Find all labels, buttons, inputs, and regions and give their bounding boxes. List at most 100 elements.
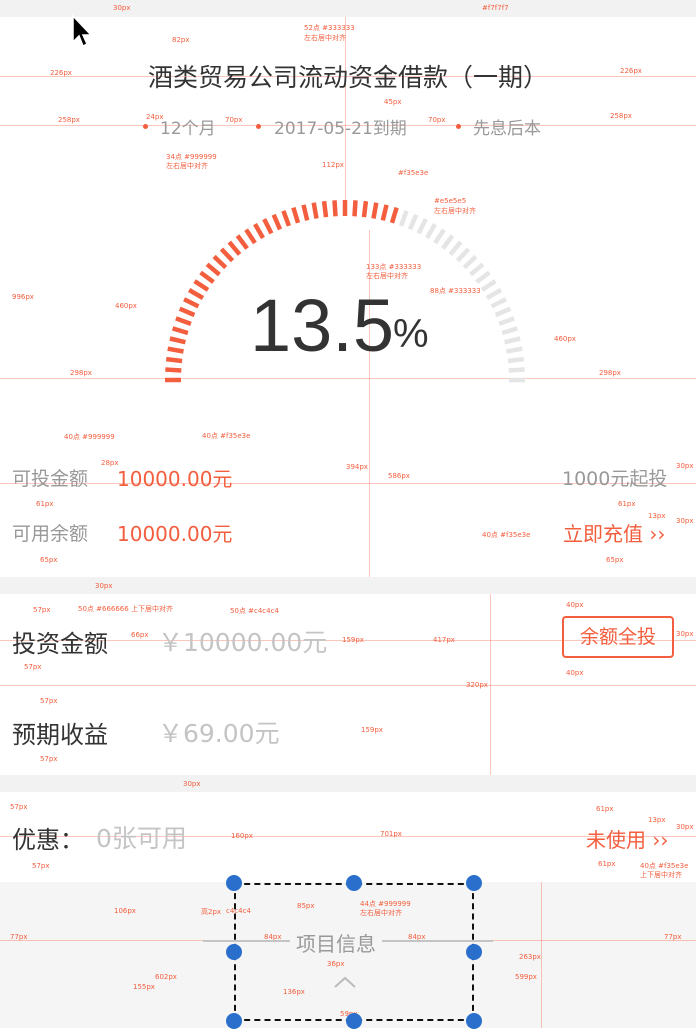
gauge-tick	[462, 254, 478, 270]
annotation: 57px	[24, 663, 42, 671]
annotation: 61px	[596, 805, 614, 813]
product-title: 酒类贸易公司流动资金借款（一期）	[147, 63, 548, 92]
annual-rate-unit: %	[393, 312, 429, 356]
gauge-tick	[301, 204, 310, 221]
annotation: 77px	[10, 933, 28, 941]
invest-all-button[interactable]: 余额全投	[562, 616, 674, 658]
gauge-tick	[227, 240, 242, 256]
resize-handle[interactable]	[466, 944, 482, 960]
gauge-tick	[398, 210, 409, 227]
annotation: 61px	[36, 500, 54, 508]
annotation: 左右居中对齐	[304, 34, 346, 42]
gauge-tick	[253, 222, 265, 240]
gauge-tick	[199, 270, 215, 284]
selection-box[interactable]	[234, 883, 474, 1021]
gauge-tick	[321, 200, 329, 218]
gauge-tick	[219, 247, 235, 263]
bullet-dot	[256, 124, 261, 129]
annotation: 460px	[115, 302, 137, 310]
gauge-tick	[371, 202, 379, 219]
resize-handle[interactable]	[346, 1013, 362, 1029]
annotation: 57px	[10, 803, 28, 811]
invest-amount-input[interactable]: ￥10000.00元	[158, 623, 327, 659]
annotation: 66px	[131, 631, 149, 639]
annotation: 30px	[676, 630, 694, 638]
annotation: 40点 #f35e3e	[202, 432, 251, 440]
gauge-tick	[175, 316, 192, 327]
guide-line	[541, 882, 542, 1028]
annotation: 82px	[172, 36, 190, 44]
bullet-dot	[456, 124, 461, 129]
min-invest-note: 1000元起投	[562, 468, 668, 490]
gauge-tick	[167, 346, 184, 354]
annotation: 65px	[40, 556, 58, 564]
annotation: 417px	[433, 636, 455, 644]
gauge-tick	[507, 356, 525, 364]
annotation: 45px	[384, 98, 402, 106]
annotation: 50点 #666666 上下居中对齐	[78, 605, 173, 613]
annotation: 40点 #999999	[64, 433, 115, 441]
annotation: 高2px	[201, 908, 222, 916]
annotation: 57px	[40, 697, 58, 705]
annotation: 258px	[610, 112, 632, 120]
annotation: 30px	[676, 517, 694, 525]
gauge-tick	[311, 202, 319, 219]
annotation: 40px	[566, 669, 584, 677]
annotation: 左右居中对齐	[166, 162, 208, 170]
bullet-dot	[143, 124, 148, 129]
guide-line	[345, 17, 346, 202]
discount-status-link[interactable]: 未使用 ››	[586, 824, 668, 853]
section-divider-2	[0, 775, 696, 792]
gauge-tick	[441, 234, 455, 250]
resize-handle[interactable]	[226, 944, 242, 960]
gauge-tick	[262, 218, 274, 235]
gauge-tick	[244, 228, 257, 245]
recharge-link[interactable]: 立即充值 ››	[563, 518, 665, 547]
annotation: 77px	[664, 933, 682, 941]
gauge-tick	[485, 288, 503, 300]
annual-rate-value: 13.5	[250, 284, 395, 367]
gauge-tick	[494, 306, 512, 318]
annotation: 28px	[101, 459, 119, 467]
guide-line	[490, 594, 491, 775]
gauge-tick	[281, 210, 292, 227]
annotation: 30px	[95, 582, 113, 590]
annotation: 112px	[322, 161, 344, 169]
annotation: 460px	[554, 335, 576, 343]
gauge-tick	[178, 306, 196, 318]
gauge-tick	[508, 367, 525, 373]
gauge-tick	[332, 200, 338, 217]
annotation: 40px	[566, 601, 584, 609]
annotation: 155px	[133, 983, 155, 991]
gauge-tick	[205, 262, 221, 277]
annotation: 159px	[342, 636, 364, 644]
gauge-tick	[469, 262, 485, 277]
annotation: 159px	[361, 726, 383, 734]
annotation: 40点 #f35e3e	[482, 531, 531, 539]
annotation: 298px	[599, 369, 621, 377]
resize-handle[interactable]	[466, 875, 482, 891]
annotation: 52点 #333333	[304, 24, 355, 32]
loan-term: 12个月	[160, 119, 216, 139]
annotation: 106px	[114, 907, 136, 915]
annotation: 30px	[676, 823, 694, 831]
annotation: 上下居中对齐	[640, 871, 682, 879]
annotation: 599px	[515, 973, 537, 981]
gauge-tick	[455, 247, 471, 263]
annotation: #f35e3e	[398, 169, 429, 177]
balance-label: 可用余额	[12, 523, 89, 545]
annotation: 263px	[519, 953, 541, 961]
resize-handle[interactable]	[226, 875, 242, 891]
gauge-tick	[271, 213, 283, 231]
expected-return-value: ￥69.00元	[158, 719, 280, 748]
gauge-tick	[165, 356, 183, 364]
annotation: 61px	[618, 500, 636, 508]
resize-handle[interactable]	[466, 1013, 482, 1029]
annotation: 258px	[58, 116, 80, 124]
gauge-tick	[407, 213, 419, 231]
resize-handle[interactable]	[346, 875, 362, 891]
gauge-tick	[183, 297, 200, 309]
gauge-tick	[504, 336, 521, 345]
resize-handle[interactable]	[226, 1013, 242, 1029]
annotation: 160px	[231, 832, 253, 840]
